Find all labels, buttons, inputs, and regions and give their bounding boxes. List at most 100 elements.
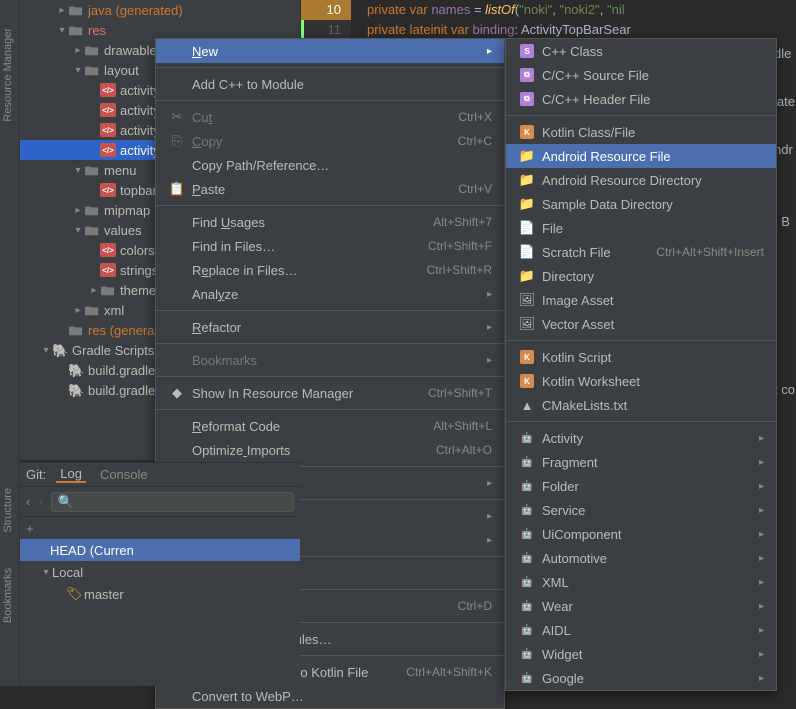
menu-label: New — [192, 44, 479, 59]
menu-separator — [506, 340, 776, 341]
blank-icon — [168, 214, 186, 230]
menu-item-automotive[interactable]: 🤖Automotive▸ — [506, 546, 776, 570]
cut-icon: ✂ — [168, 109, 186, 125]
menu-item-aidl[interactable]: 🤖AIDL▸ — [506, 618, 776, 642]
git-local-row[interactable]: ▾ Local — [20, 561, 300, 583]
menu-item-wear[interactable]: 🤖Wear▸ — [506, 594, 776, 618]
folder-icon: 📁 — [518, 196, 536, 212]
submenu-new: SC++ Class⧉C/C++ Source File⧉C/C++ Heade… — [505, 38, 777, 691]
git-toolbar: ‹ › 🔍 — [20, 487, 300, 517]
menu-item-c-c-source-file[interactable]: ⧉C/C++ Source File — [506, 63, 776, 87]
menu-item-fragment[interactable]: 🤖Fragment▸ — [506, 450, 776, 474]
menu-item-find-usages[interactable]: Find UsagesAlt+Shift+7 — [156, 210, 504, 234]
menu-item-directory[interactable]: 📁Directory — [506, 264, 776, 288]
menu-label: CMakeLists.txt — [542, 398, 764, 413]
menu-item-copy-path-reference[interactable]: Copy Path/Reference… — [156, 153, 504, 177]
folder-icon — [68, 3, 84, 17]
chevron-right-icon: ▸ — [487, 322, 492, 333]
menu-label: C/C++ Header File — [542, 92, 764, 107]
folder-icon — [84, 163, 100, 177]
menu-item-refactor[interactable]: Refactor ▸ — [156, 315, 504, 339]
menu-shortcut: Alt+Shift+7 — [433, 215, 492, 229]
menu-shortcut: Ctrl+Shift+F — [428, 239, 492, 253]
menu-item-folder[interactable]: 🤖Folder▸ — [506, 474, 776, 498]
tree-label: values — [104, 223, 142, 238]
menu-item-copy: ⎘CopyCtrl+C — [156, 129, 504, 153]
img-icon: 🖼 — [518, 316, 536, 332]
code-area[interactable]: private var names = listOf("noki", "noki… — [351, 0, 796, 40]
tab-console[interactable]: Console — [96, 467, 152, 482]
menu-item-vector-asset[interactable]: 🖼 Vector Asset — [506, 312, 776, 336]
file-icon: 📄 — [518, 244, 536, 260]
menu-item-add-c-to-module[interactable]: Add C++ to Module — [156, 72, 504, 96]
menu-item-cmakelists-txt[interactable]: ▲ CMakeLists.txt — [506, 393, 776, 417]
menu-item-android-resource-file[interactable]: 📁Android Resource File — [506, 144, 776, 168]
cmake-icon: ▲ — [518, 397, 536, 413]
menu-item-activity[interactable]: 🤖Activity▸ — [506, 426, 776, 450]
forward-icon[interactable]: › — [38, 494, 42, 509]
back-icon[interactable]: ‹ — [26, 494, 30, 509]
img-icon: 🖼 — [518, 292, 536, 308]
menu-item-reformat-code[interactable]: Reformat CodeAlt+Shift+L — [156, 414, 504, 438]
tab-structure[interactable]: Structure — [0, 480, 16, 541]
menu-item-android-resource-directory[interactable]: 📁Android Resource Directory — [506, 168, 776, 192]
git-branch-row[interactable]: 🏷 master — [20, 583, 300, 605]
tab-log[interactable]: Log — [56, 466, 86, 483]
menu-item-paste[interactable]: 📋PasteCtrl+V — [156, 177, 504, 201]
tree-row[interactable]: ▸java (generated) — [20, 0, 300, 20]
menu-label: Vector Asset — [542, 317, 764, 332]
git-search-input[interactable]: 🔍 — [51, 492, 294, 512]
folder-icon: 📁 — [518, 148, 536, 164]
menu-item-image-asset[interactable]: 🖼Image Asset — [506, 288, 776, 312]
menu-separator — [156, 205, 504, 206]
menu-item-find-in-files[interactable]: Find in Files…Ctrl+Shift+F — [156, 234, 504, 258]
xml-file-icon: </> — [100, 143, 116, 157]
menu-item-sample-data-directory[interactable]: 📁Sample Data Directory — [506, 192, 776, 216]
menu-item-widget[interactable]: 🤖Widget▸ — [506, 642, 776, 666]
menu-item-convert-to-webp[interactable]: Convert to WebP… — [156, 684, 504, 708]
blank-icon — [168, 418, 186, 434]
menu-label: Kotlin Class/File — [542, 125, 764, 140]
menu-item-service[interactable]: 🤖Service▸ — [506, 498, 776, 522]
tab-resource-manager[interactable]: Resource Manager — [0, 20, 16, 130]
chevron-icon: ▸ — [72, 305, 84, 316]
menu-item-c-c-header-file[interactable]: ⧉C/C++ Header File — [506, 87, 776, 111]
menu-item-optimize-imports[interactable]: Optimize ImportsCtrl+Alt+O — [156, 438, 504, 462]
menu-item-uicomponent[interactable]: 🤖UiComponent▸ — [506, 522, 776, 546]
menu-item-kotlin-class-file[interactable]: KKotlin Class/File — [506, 120, 776, 144]
chevron-icon: ▾ — [72, 225, 84, 236]
k-orange-icon: K — [518, 349, 536, 365]
menu-item-replace-in-files[interactable]: Replace in Files…Ctrl+Shift+R — [156, 258, 504, 282]
menu-item-google[interactable]: 🤖Google▸ — [506, 666, 776, 690]
menu-label: Service — [542, 503, 751, 518]
xml-file-icon: </> — [100, 243, 116, 257]
blank-icon — [168, 442, 186, 458]
tab-bookmarks[interactable]: Bookmarks — [0, 560, 16, 631]
menu-item-analyze[interactable]: Analyze▸ — [156, 282, 504, 306]
menu-item-c-class[interactable]: SC++ Class — [506, 39, 776, 63]
file-blue-icon: ⧉ — [518, 67, 536, 83]
menu-item-kotlin-worksheet[interactable]: KKotlin Worksheet — [506, 369, 776, 393]
menu-shortcut: Ctrl+Alt+Shift+Insert — [656, 245, 764, 259]
git-head-row[interactable]: HEAD (Curren — [20, 539, 300, 561]
menu-item-show-in-resource-manager[interactable]: ◆Show In Resource ManagerCtrl+Shift+T — [156, 381, 504, 405]
tree-row[interactable]: ▾res — [20, 20, 300, 40]
menu-label: Fragment — [542, 455, 751, 470]
add-icon[interactable]: + — [26, 521, 34, 536]
menu-label: Copy Path/Reference… — [192, 158, 492, 173]
blank-icon — [168, 352, 186, 368]
menu-label: Folder — [542, 479, 751, 494]
menu-item-xml[interactable]: 🤖XML▸ — [506, 570, 776, 594]
android-icon: 🤖 — [518, 598, 536, 614]
blank-icon — [168, 319, 186, 335]
menu-item-scratch-file[interactable]: 📄Scratch FileCtrl+Alt+Shift+Insert — [506, 240, 776, 264]
android-icon: 🤖 — [518, 454, 536, 470]
code-line[interactable]: private var names = listOf("noki", "noki… — [351, 0, 796, 20]
menu-label: Analyze — [192, 287, 479, 302]
menu-item-file[interactable]: 📄File — [506, 216, 776, 240]
menu-item-kotlin-script[interactable]: KKotlin Script — [506, 345, 776, 369]
menu-item-new[interactable]: New▸ — [156, 39, 504, 63]
menu-label: Refactor — [192, 320, 479, 335]
code-line[interactable]: private lateinit var binding: ActivityTo… — [351, 20, 796, 40]
editor-gutter: 1011 — [301, 0, 351, 40]
